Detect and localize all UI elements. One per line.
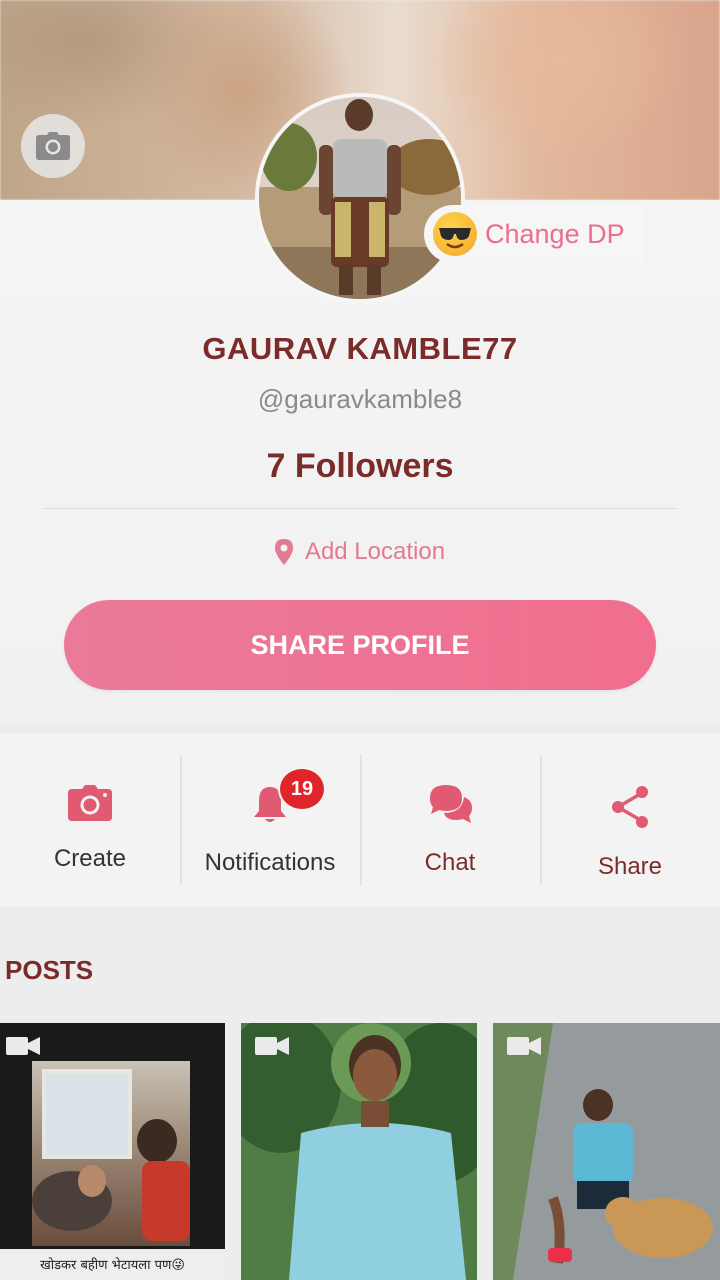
followers-count[interactable]: 7 Followers [0,447,720,486]
post-caption: खोडकर बहीण भेटायला पण😜 [0,1249,225,1280]
camera-icon [36,132,70,160]
post-thumbnail[interactable]: खोडकर बहीण भेटायला पण😜 [0,1023,225,1280]
divider [42,508,678,509]
avatar[interactable] [255,93,465,303]
change-dp-button[interactable]: Change DP [424,205,644,263]
location-pin-icon [274,539,293,565]
video-camera-icon [6,1037,40,1055]
post-image [493,1023,720,1280]
notifications-action[interactable]: 19 Notifications [180,733,360,907]
profile-name: GAURAV KAMBLE77 [202,331,518,366]
video-camera-icon [255,1037,289,1055]
video-camera-icon [507,1037,541,1055]
change-dp-label: Change DP [485,218,625,249]
profile-handle: @gauravkamble8 [257,384,463,414]
share-label: Share [597,853,663,880]
chat-label: Chat [424,849,476,876]
share-action[interactable]: Share [540,733,720,907]
sunglasses-emoji-icon [433,212,477,256]
post-image [241,1023,477,1280]
notification-badge: 19 [278,767,326,811]
chat-bubbles-icon [430,785,472,823]
cover-camera-button[interactable] [21,114,85,178]
camera-icon [68,785,112,821]
notifications-label: Notifications [204,849,336,876]
post-thumbnail[interactable] [241,1023,477,1280]
add-location-button[interactable]: Add Location [0,538,720,566]
action-bar: Create 19 Notifications Chat Share [0,733,720,907]
chat-action[interactable]: Chat [360,733,540,907]
create-label: Create [53,845,127,872]
posts-heading: POSTS [5,955,94,985]
share-icon [612,786,648,828]
post-image [32,1061,190,1246]
create-action[interactable]: Create [0,733,180,907]
add-location-label: Add Location [304,538,446,565]
share-profile-button[interactable]: SHARE PROFILE [64,600,656,690]
post-thumbnail[interactable] [493,1023,720,1280]
